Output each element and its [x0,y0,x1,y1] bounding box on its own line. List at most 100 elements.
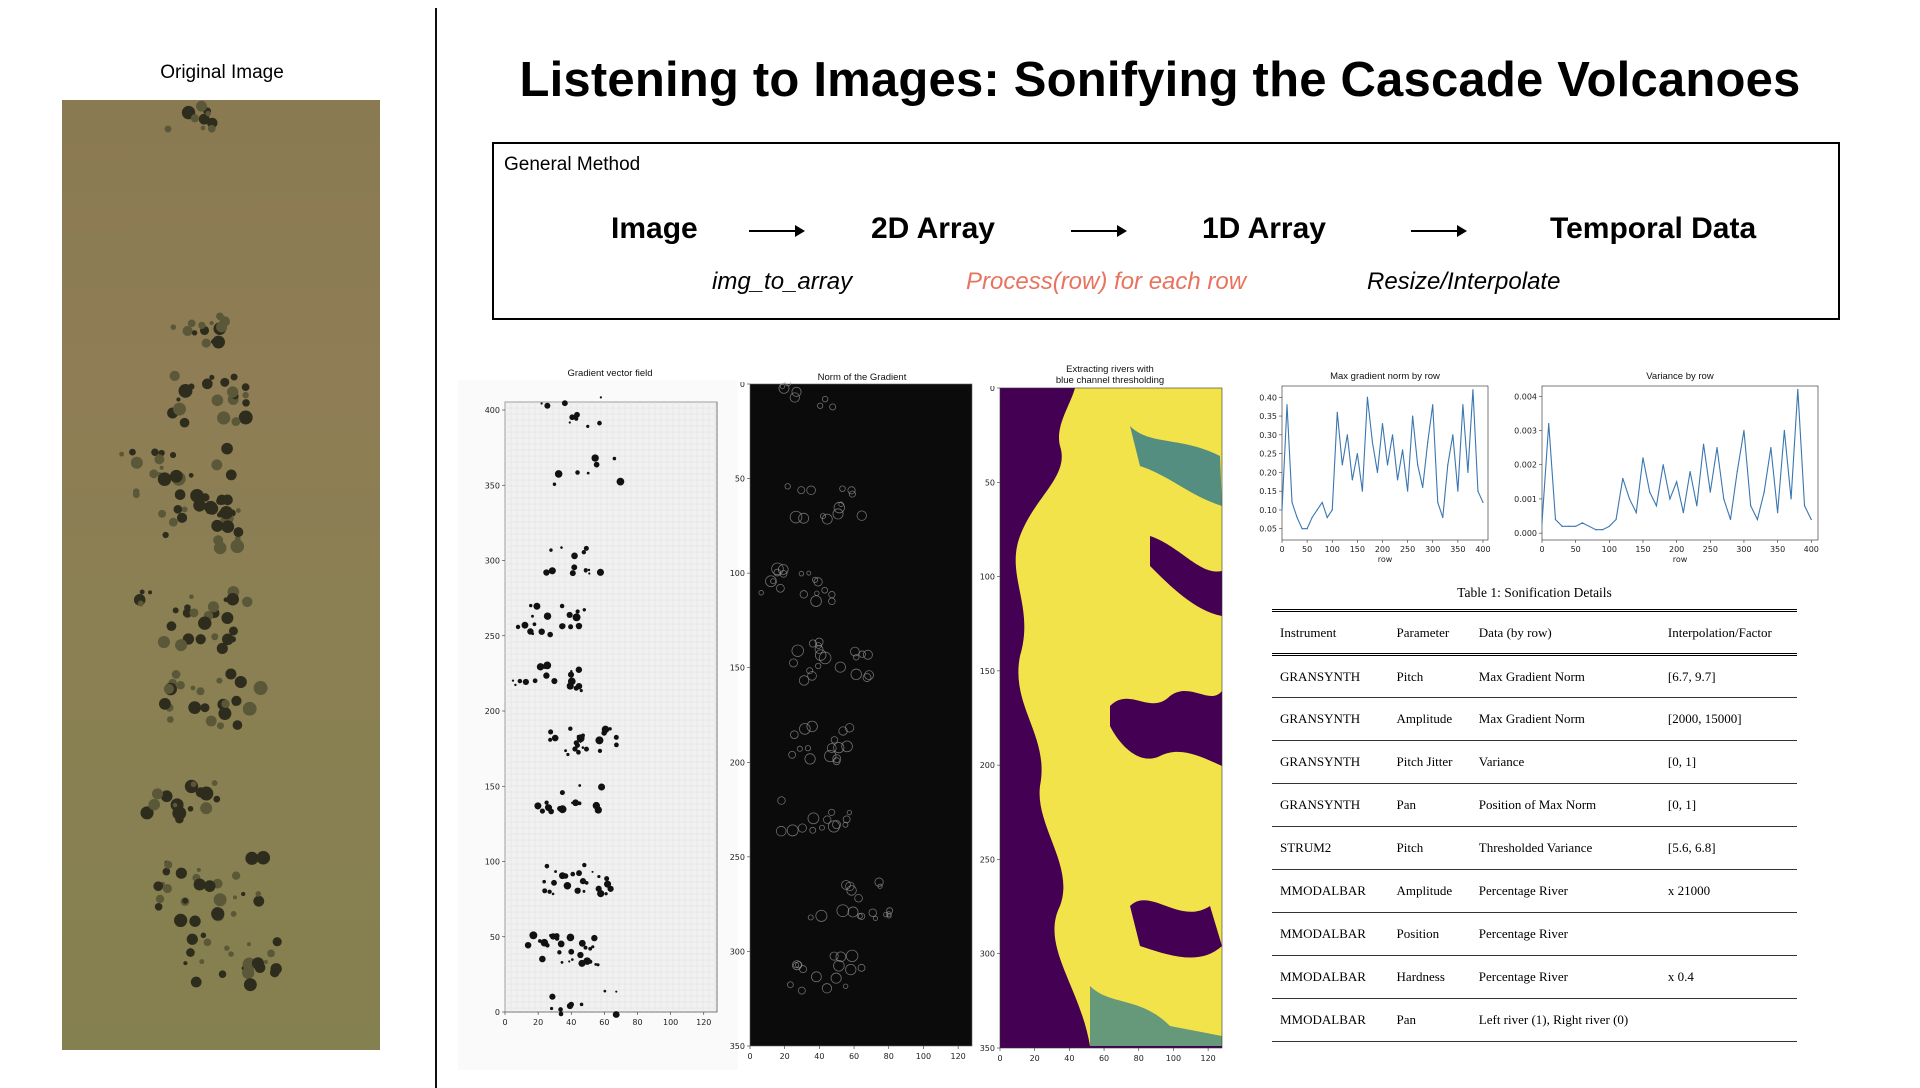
max-gradient-chart: Max gradient norm by row 0 50 100 150 200 250 3… [1259,371,1490,564]
gradient-mark [524,941,532,949]
y-tick-label: 0.40 [1259,393,1277,402]
data-point [1412,415,1414,417]
data-point [1346,434,1348,436]
table-row: MMODALBAR Hardness Percentage River x 0.4 [1272,956,1797,999]
arrow-icon [1411,225,1467,237]
gradient-mark [547,889,552,894]
gradient-mark [579,689,583,693]
data-point [1336,411,1338,413]
gradient-mark [578,939,586,947]
y-tick-label: 300 [980,950,995,959]
gradient-mark [583,945,588,950]
y-tick-label: 200 [980,761,995,770]
terrain-feature [175,639,188,652]
data-point [1581,522,1583,524]
gradient-mark [596,568,605,576]
terrain-feature [234,675,247,689]
terrain-feature [148,590,153,595]
gradient-mark [571,564,578,571]
cell: GRANSYNTH [1280,668,1361,684]
terrain-feature [196,687,205,696]
terrain-feature [207,601,219,613]
gradient-mark [567,677,576,686]
x-tick-label: 20 [1030,1054,1040,1063]
terrain-feature [174,913,188,928]
data-point [1777,512,1779,514]
terrain-feature [217,411,231,425]
cell: Amplitude [1396,711,1453,726]
arrow-icon [1071,225,1127,237]
terrain-feature [188,472,194,478]
data-point [1447,464,1449,466]
x-tick-label: 120 [950,1052,965,1061]
data-point [1462,404,1464,406]
data-point [1568,525,1570,527]
data-point [1417,464,1419,466]
gradient-mark [588,946,593,951]
data-point [1356,453,1358,455]
header-instrument: Instrument [1280,624,1337,640]
terrain-feature [255,891,262,897]
gradient-mark [566,611,573,618]
gradient-mark [560,960,564,964]
terrain-feature [196,100,207,112]
x-tick-label: 250 [1400,545,1415,554]
gradient-mark [582,862,587,868]
header-parameter: Parameter [1396,624,1450,640]
gradient-mark [538,628,545,635]
data-point [1281,509,1283,511]
gradient-mark [548,737,553,742]
cell: Left river (1), Right river (0) [1478,1012,1629,1027]
gradient-mark [558,1007,563,1012]
gradient-mark [542,879,546,884]
gradient-mark [514,683,517,687]
data-point [1649,491,1651,493]
data-point [1376,471,1379,473]
gradient-mark [586,471,590,475]
terrain-feature [173,402,186,416]
terrain-feature [203,938,212,947]
terrain-feature [201,338,211,348]
terrain-feature [205,110,211,117]
data-point [1601,529,1604,531]
gradient-mark [612,1011,620,1018]
terrain-feature [129,448,136,456]
data-point [1291,501,1293,504]
gradient-mark [575,470,580,475]
y-tick-label: 0.000 [1514,529,1537,538]
data-point [1810,518,1812,521]
gradient-mark [570,871,576,877]
x-tick-label: 80 [1134,1054,1144,1063]
data-point [1321,501,1323,504]
gradient-mark [547,631,553,638]
cell: x 21000 [1667,883,1711,898]
data-point [1361,490,1363,492]
y-tick-label: 150 [485,782,500,791]
gradient-mark [566,752,570,757]
cell: Thresholded Variance [1478,840,1593,855]
data-point [1286,404,1288,406]
data-point [1797,388,1799,391]
gradient-mark [543,569,550,576]
terrain-feature [119,451,125,457]
cell: Position of Max Norm [1478,797,1597,812]
gradient-mark [575,622,583,630]
terrain-feature [211,633,219,641]
x-tick-label: 100 [663,1018,678,1027]
x-tick-label: 400 [1804,545,1819,554]
y-tick-label: 100 [730,569,745,578]
y-tick-label: 0.15 [1259,487,1277,496]
y-tick-label: 0.30 [1259,431,1277,440]
table-row: GRANSYNTH Amplitude Max Gradient Norm [2000… [1272,698,1797,741]
terrain-feature [174,489,186,500]
y-tick-label: 0.20 [1259,468,1277,477]
y-tick-label: 0 [495,1008,500,1017]
x-tick-label: 100 [1602,545,1617,554]
data-point [1743,429,1745,432]
y-tick-label: 300 [730,947,745,956]
terrain-feature [179,417,190,428]
gradient-mark [582,889,586,893]
y-tick-label: 0.004 [1514,392,1537,401]
data-point [1770,447,1772,449]
terrain-feature [187,805,194,812]
